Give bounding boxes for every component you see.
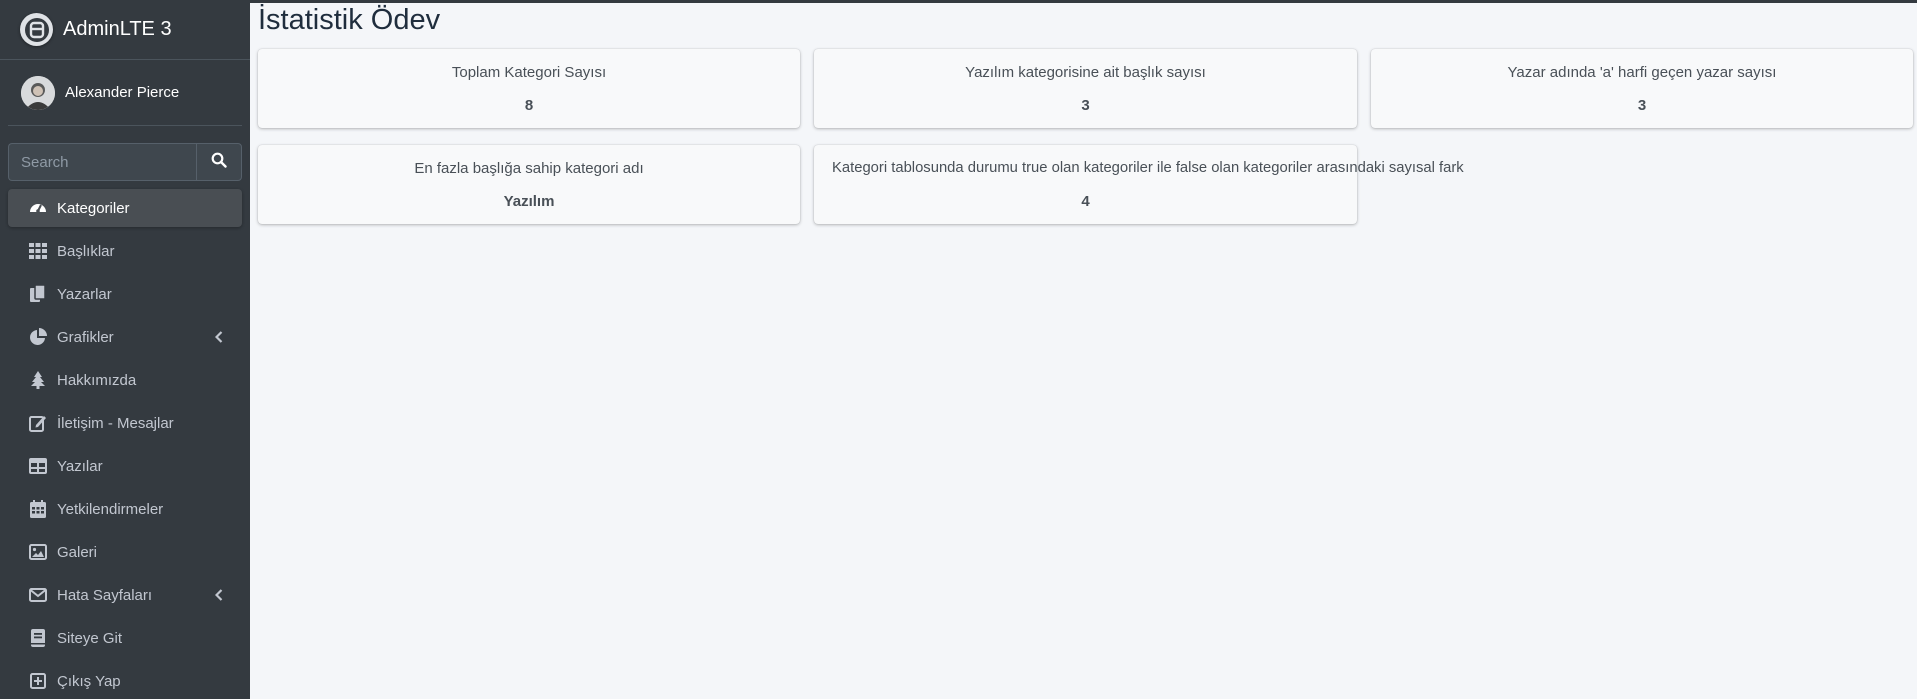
edit-icon	[28, 413, 48, 433]
content-wrapper: İstatistik Ödev Toplam Kategori Sayısı 8…	[250, 0, 1917, 699]
sidebar-item-label: Galeri	[57, 543, 98, 561]
page-title: İstatistik Ödev	[258, 4, 441, 36]
sidebar-item-label: Çıkış Yap	[57, 672, 121, 690]
book-icon	[28, 628, 48, 648]
sidebar-item-cikis-yap[interactable]: Çıkış Yap	[8, 662, 242, 699]
top-border	[0, 0, 1917, 3]
brand-text: AdminLTE 3	[63, 18, 172, 40]
sidebar-item-label: Grafikler	[57, 328, 114, 346]
main-sidebar: AdminLTE 3 Alexander Pierce Kategoriler	[0, 0, 250, 699]
sidebar-item-basliklar[interactable]: Başlıklar	[8, 232, 242, 270]
stat-card-value: 3	[1081, 97, 1090, 114]
stat-card-value: 4	[1081, 193, 1090, 210]
sidebar-item-label: Yazarlar	[57, 285, 112, 303]
stat-card-value: Yazılım	[503, 193, 555, 210]
stat-card-label: Yazar adında 'a' harfi geçen yazar sayıs…	[1507, 64, 1777, 81]
stat-card-label: En fazla başlığa sahip kategori adı	[414, 160, 644, 177]
sidebar-item-label: Yetkilendirmeler	[57, 500, 164, 518]
user-name[interactable]: Alexander Pierce	[65, 84, 179, 101]
stat-card: Toplam Kategori Sayısı 8	[258, 49, 800, 128]
sidebar-item-label: Yazılar	[57, 457, 103, 475]
sidebar-search	[8, 143, 242, 181]
sidebar-item-hakkimizda[interactable]: Hakkımızda	[8, 361, 242, 399]
sidebar-item-label: Kategoriler	[57, 199, 130, 217]
sidebar-item-kategoriler[interactable]: Kategoriler	[8, 189, 242, 227]
grid-icon	[28, 241, 48, 261]
stat-card-label: Yazılım kategorisine ait başlık sayısı	[965, 64, 1206, 81]
sidebar-item-siteye-git[interactable]: Siteye Git	[8, 619, 242, 657]
sidebar-item-iletisim-mesajlar[interactable]: İletişim - Mesajlar	[8, 404, 242, 442]
user-avatar	[21, 75, 55, 110]
search-button[interactable]	[196, 143, 242, 181]
brand-link[interactable]: AdminLTE 3	[0, 0, 250, 60]
image-icon	[28, 542, 48, 562]
pie-chart-icon	[28, 327, 48, 347]
user-panel[interactable]: Alexander Pierce	[8, 60, 242, 126]
stat-card-label: Toplam Kategori Sayısı	[451, 64, 607, 81]
tree-icon	[28, 370, 48, 390]
stat-card-label: Kategori tablosunda durumu true olan kat…	[832, 160, 1464, 176]
sidebar-item-label: Siteye Git	[57, 629, 123, 647]
stat-card: En fazla başlığa sahip kategori adı Yazı…	[258, 145, 800, 224]
stat-card: Yazılım kategorisine ait başlık sayısı 3	[814, 49, 1357, 128]
stat-card-value: 3	[1637, 97, 1647, 114]
stat-card-value: 8	[524, 97, 534, 114]
sidebar-item-grafikler[interactable]: Grafikler	[8, 318, 242, 356]
chevron-left-icon	[212, 587, 226, 603]
stat-card: Yazar adında 'a' harfi geçen yazar sayıs…	[1371, 49, 1913, 128]
plus-square-icon	[28, 671, 48, 691]
sidebar-item-label: İletişim - Mesajlar	[57, 414, 174, 432]
tachometer-icon	[28, 198, 48, 218]
copy-icon	[28, 284, 48, 304]
sidebar-item-label: Başlıklar	[57, 242, 115, 260]
sidebar-item-yazilar[interactable]: Yazılar	[8, 447, 242, 485]
sidebar-item-galeri[interactable]: Galeri	[8, 533, 242, 571]
sidebar-item-yetkilendirmeler[interactable]: Yetkilendirmeler	[8, 490, 242, 528]
sidebar-item-label: Hakkımızda	[57, 371, 137, 389]
sidebar-nav: Kategoriler Başlıklar Yazarlar Grafikler	[8, 189, 242, 699]
sidebar-item-yazarlar[interactable]: Yazarlar	[8, 275, 242, 313]
sidebar-item-label: Hata Sayfaları	[57, 586, 153, 604]
stat-card: Kategori tablosunda durumu true olan kat…	[814, 145, 1464, 224]
table-icon	[28, 456, 48, 476]
adminlte-logo-icon	[20, 13, 53, 46]
calendar-icon	[28, 499, 48, 519]
chevron-left-icon	[212, 329, 226, 345]
search-input[interactable]	[8, 143, 196, 181]
sidebar-item-hata-sayfalari[interactable]: Hata Sayfaları	[8, 576, 242, 614]
envelope-icon	[28, 585, 48, 605]
search-icon	[211, 152, 227, 173]
